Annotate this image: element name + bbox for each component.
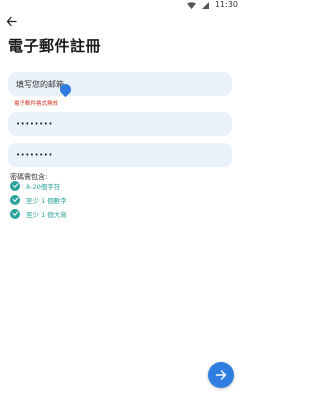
requirement-item: 8-20個字符: [10, 180, 60, 191]
next-button[interactable]: [208, 362, 234, 388]
check-circle-icon: [10, 208, 20, 219]
signal-icon: [201, 1, 209, 9]
status-time: 11:30: [214, 0, 238, 9]
back-button[interactable]: [4, 14, 18, 28]
requirement-text: 至少 1 個數字: [26, 196, 67, 205]
status-bar: 11:30: [0, 0, 240, 10]
check-circle-icon: [10, 180, 20, 191]
requirement-text: 至少 1 個大寫: [26, 210, 67, 219]
password-field[interactable]: ••••••••: [8, 112, 232, 136]
arrow-right-icon: [215, 370, 227, 380]
check-circle-icon: [10, 194, 20, 205]
page-title: 電子郵件註冊: [8, 37, 102, 55]
requirement-text: 8-20個字符: [26, 182, 61, 191]
email-error-text: 電子郵件格式無效: [14, 101, 59, 107]
arrow-left-icon: [6, 16, 17, 26]
wifi-icon: [186, 1, 196, 9]
confirm-password-field[interactable]: ••••••••: [8, 143, 232, 167]
email-input[interactable]: [16, 79, 232, 89]
confirm-password-value: ••••••••: [16, 151, 54, 159]
requirement-item: 至少 1 個大寫: [10, 208, 67, 219]
requirement-item: 至少 1 個數字: [10, 194, 67, 205]
password-value: ••••••••: [16, 120, 54, 128]
email-field[interactable]: [8, 72, 232, 96]
